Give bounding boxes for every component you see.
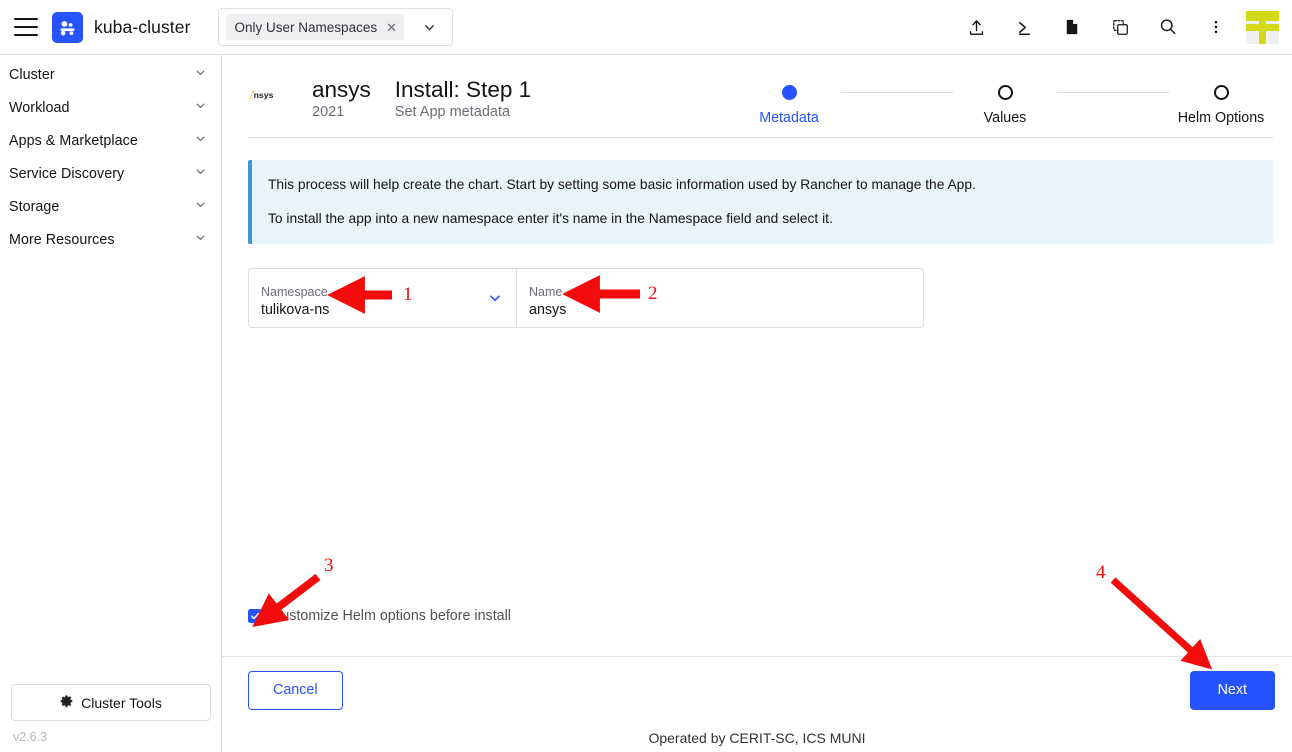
namespace-filter-pill[interactable]: Only User Namespaces ✕ <box>226 14 404 40</box>
sidebar-item-storage[interactable]: Storage <box>0 190 221 223</box>
metadata-form: Namespace tulikova-ns Name ansys <box>248 268 924 328</box>
chevron-down-icon[interactable] <box>487 290 503 306</box>
chevron-down-icon[interactable] <box>194 198 207 215</box>
sidebar-item-label: Apps & Marketplace <box>9 133 194 149</box>
svg-text:nsys: nsys <box>254 90 274 100</box>
app-name: ansys <box>312 77 371 102</box>
step-connector <box>841 92 953 93</box>
namespace-filter-pill-label: Only User Namespaces <box>235 20 378 35</box>
sidebar-item-label: More Resources <box>9 232 194 248</box>
cluster-logo-icon[interactable] <box>52 12 83 43</box>
user-avatar-icon[interactable] <box>1246 11 1279 44</box>
sidebar-item-label: Cluster <box>9 67 194 83</box>
chevron-down-icon[interactable] <box>194 165 207 182</box>
cluster-tools-label: Cluster Tools <box>81 695 162 711</box>
app-install-header: nsys ansys 2021 Install: Step 1 Set App … <box>222 55 1292 131</box>
step-label: Values <box>984 110 1027 126</box>
namespace-field[interactable]: Namespace tulikova-ns <box>249 269 517 327</box>
namespace-filter-select[interactable]: Only User Namespaces ✕ <box>218 8 453 46</box>
docs-icon[interactable] <box>1048 0 1096 55</box>
hamburger-menu-icon[interactable] <box>14 18 38 36</box>
cancel-button[interactable]: Cancel <box>248 671 343 710</box>
chevron-down-icon[interactable] <box>408 20 446 35</box>
header-icon-group <box>952 0 1292 55</box>
kebab-menu-icon[interactable] <box>1192 0 1240 55</box>
sidebar-item-more-resources[interactable]: More Resources <box>0 223 221 256</box>
top-header: kuba-cluster Only User Namespaces ✕ <box>0 0 1292 55</box>
checkbox-label: Customize Helm options before install <box>271 608 511 624</box>
step-label: Helm Options <box>1178 110 1265 126</box>
sidebar-nav-list: Cluster Workload Apps & Marketplace Serv… <box>0 55 221 256</box>
page-title: Install: Step 1 <box>395 77 531 102</box>
import-yaml-icon[interactable] <box>952 0 1000 55</box>
customize-helm-checkbox[interactable]: Customize Helm options before install <box>248 608 511 624</box>
page-footer: Operated by CERIT-SC, ICS MUNI <box>222 723 1292 752</box>
form-footer-bar: Cancel Next <box>222 656 1292 723</box>
step-connector <box>1057 92 1169 93</box>
step-dot-icon <box>998 85 1013 100</box>
sidebar-item-label: Storage <box>9 199 194 215</box>
sidebar-item-service-discovery[interactable]: Service Discovery <box>0 157 221 190</box>
close-icon[interactable]: ✕ <box>386 21 397 34</box>
rancher-version: v2.6.3 <box>13 730 211 744</box>
step-dot-icon <box>782 85 797 100</box>
sidebar-item-label: Workload <box>9 100 194 116</box>
page-footer-text: Operated by CERIT-SC, ICS MUNI <box>648 730 865 746</box>
chevron-down-icon[interactable] <box>194 132 207 149</box>
step-metadata[interactable]: Metadata <box>737 85 841 126</box>
step-values[interactable]: Values <box>953 85 1057 126</box>
chevron-down-icon[interactable] <box>194 99 207 116</box>
info-banner-line-2: To install the app into a new namespace … <box>268 210 1255 229</box>
sidebar-item-cluster[interactable]: Cluster <box>0 58 221 91</box>
app-step-block: Install: Step 1 Set App metadata <box>395 77 531 120</box>
info-banner-line-1: This process will help create the chart.… <box>268 176 1255 195</box>
app-version: 2021 <box>312 104 371 120</box>
search-icon[interactable] <box>1144 0 1192 55</box>
step-helm-options[interactable]: Helm Options <box>1169 85 1273 126</box>
cluster-tools-button[interactable]: Cluster Tools <box>11 684 211 721</box>
chevron-down-icon[interactable] <box>194 66 207 83</box>
sidebar: Cluster Workload Apps & Marketplace Serv… <box>0 55 222 752</box>
page-subtitle: Set App metadata <box>395 104 531 120</box>
copy-kubeconfig-icon[interactable] <box>1096 0 1144 55</box>
info-banner: This process will help create the chart.… <box>248 160 1273 244</box>
step-label: Metadata <box>759 110 819 126</box>
chevron-down-icon[interactable] <box>194 231 207 248</box>
kubectl-shell-icon[interactable] <box>1000 0 1048 55</box>
header-divider <box>248 137 1273 138</box>
name-field-label: Name <box>529 286 911 300</box>
name-field-value: ansys <box>529 303 911 319</box>
step-dot-icon <box>1214 85 1229 100</box>
namespace-field-value: tulikova-ns <box>261 303 504 319</box>
sidebar-item-apps-marketplace[interactable]: Apps & Marketplace <box>0 124 221 157</box>
sidebar-footer: Cluster Tools v2.6.3 <box>0 684 222 752</box>
gear-icon <box>60 694 74 711</box>
annotation-number-4: 4 <box>1096 562 1106 584</box>
app-name-block: ansys 2021 <box>312 77 371 120</box>
main-content: nsys ansys 2021 Install: Step 1 Set App … <box>222 55 1292 723</box>
sidebar-item-workload[interactable]: Workload <box>0 91 221 124</box>
checkbox-box[interactable] <box>248 609 262 623</box>
ansys-logo-icon: nsys <box>248 88 294 101</box>
namespace-field-label: Namespace <box>261 286 504 300</box>
checkmark-icon <box>250 611 260 621</box>
cluster-name: kuba-cluster <box>94 17 191 38</box>
sidebar-item-label: Service Discovery <box>9 166 194 182</box>
annotation-number-3: 3 <box>324 555 334 577</box>
next-button[interactable]: Next <box>1190 671 1275 710</box>
annotation-number-2: 2 <box>648 283 658 305</box>
step-indicator: Metadata Values Helm Options <box>737 77 1273 126</box>
name-field[interactable]: Name ansys <box>517 269 923 327</box>
annotation-number-1: 1 <box>403 284 413 306</box>
